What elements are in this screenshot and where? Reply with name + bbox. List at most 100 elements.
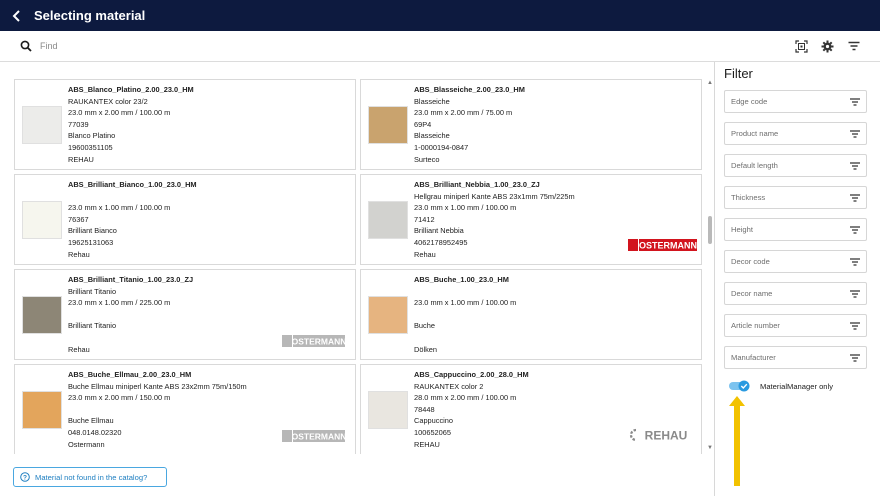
material-name: ABS_Blasseiche_2.00_23.0_HM bbox=[414, 85, 525, 94]
ostermann-logo: OSTERMANN bbox=[628, 238, 698, 258]
manufacturer: Surteco bbox=[414, 154, 440, 164]
material-name: ABS_Buche_Ellmau_2.00_23.0_HM bbox=[68, 370, 192, 379]
decor-name: Blasseiche bbox=[414, 131, 450, 141]
ostermann-logo: OSTERMANN bbox=[282, 429, 346, 450]
material-name: ABS_Brilliant_Titanio_1.00_23.0_ZJ bbox=[68, 275, 194, 284]
filter-lines-icon bbox=[850, 289, 860, 298]
decor-code: 71412 bbox=[414, 214, 435, 224]
material-card[interactable]: ABS_Blanco_Platino_2.00_23.0_HM RAUKANTE… bbox=[14, 79, 356, 170]
material-list: ABS_Blanco_Platino_2.00_23.0_HM RAUKANTE… bbox=[14, 79, 706, 454]
decor-code bbox=[414, 309, 516, 321]
decor-code: 78448 bbox=[414, 404, 435, 414]
list-scrollbar[interactable] bbox=[706, 79, 714, 455]
search-bar bbox=[0, 31, 880, 62]
material-dimensions: 23.0 mm x 2.00 mm / 75.00 m bbox=[414, 108, 513, 118]
article-number: 1-0000194-0847 bbox=[414, 142, 469, 152]
page-title: Selecting material bbox=[34, 8, 146, 23]
material-description: Hellgrau miniperl Kante ABS 23x1mm 75m/2… bbox=[414, 191, 575, 201]
material-name: ABS_Brilliant_Nebbia_1.00_23.0_ZJ bbox=[414, 180, 540, 189]
material-card[interactable]: ABS_Brilliant_Nebbia_1.00_23.0_ZJ Hellgr… bbox=[360, 174, 702, 265]
filter-lines-icon bbox=[850, 97, 860, 106]
color-swatch bbox=[368, 296, 408, 334]
help-circle-icon: ? bbox=[20, 472, 30, 482]
material-dimensions: 23.0 mm x 1.00 mm / 100.00 m bbox=[414, 203, 517, 213]
decor-code: 69P4 bbox=[414, 119, 432, 129]
gear-icon[interactable] bbox=[820, 39, 834, 53]
search-input[interactable] bbox=[40, 41, 640, 51]
material-name: ABS_Cappuccino_2.00_28.0_HM bbox=[414, 370, 529, 379]
filter-title: Filter bbox=[724, 66, 753, 81]
filter-manufacturer[interactable]: Manufacturer bbox=[724, 346, 867, 369]
filter-lines-icon bbox=[850, 225, 860, 234]
highlight-arrow bbox=[729, 396, 745, 486]
decor-name: Buche bbox=[414, 321, 435, 331]
article-number: 19600351105 bbox=[68, 142, 113, 152]
title-bar: Selecting material bbox=[0, 0, 880, 31]
decor-code bbox=[68, 404, 247, 416]
filter-lines-icon bbox=[850, 321, 860, 330]
search-icon[interactable] bbox=[20, 40, 32, 52]
filter-product-name[interactable]: Product name bbox=[724, 122, 867, 145]
filter-decor-name[interactable]: Decor name bbox=[724, 282, 867, 305]
color-swatch bbox=[368, 391, 408, 429]
article-number bbox=[414, 332, 516, 344]
article-number: 19625131063 bbox=[68, 237, 114, 247]
scroll-down-icon[interactable]: ▼ bbox=[707, 445, 713, 451]
material-card[interactable]: ABS_Blasseiche_2.00_23.0_HM Blasseiche 2… bbox=[360, 79, 702, 170]
decor-code: 77039 bbox=[68, 119, 89, 129]
manufacturer: REHAU bbox=[68, 154, 94, 164]
material-dimensions: 23.0 mm x 1.00 mm / 225.00 m bbox=[68, 298, 171, 308]
manufacturer: Rehau bbox=[68, 344, 90, 354]
back-arrow-icon[interactable] bbox=[10, 9, 24, 23]
color-swatch bbox=[22, 296, 62, 334]
material-card[interactable]: ABS_Brilliant_Titanio_1.00_23.0_ZJ Brill… bbox=[14, 269, 356, 360]
ostermann-logo: OSTERMANN bbox=[282, 334, 346, 355]
filter-article-number[interactable]: Article number bbox=[724, 314, 867, 337]
filter-default-length[interactable]: Default length bbox=[724, 154, 867, 177]
color-swatch bbox=[368, 106, 408, 144]
panel-divider bbox=[714, 62, 715, 496]
article-number bbox=[68, 332, 193, 344]
material-card[interactable]: ABS_Cappuccino_2.00_28.0_HM RAUKANTEX co… bbox=[360, 364, 702, 454]
manufacturer: Ostermann bbox=[68, 439, 105, 449]
material-not-found-button[interactable]: ? Material not found in the catalog? bbox=[13, 467, 167, 487]
material-description bbox=[414, 286, 516, 298]
decor-name: Blanco Platino bbox=[68, 131, 116, 141]
svg-text:OSTERMANN: OSTERMANN bbox=[292, 337, 346, 347]
filter-thickness[interactable]: Thickness bbox=[724, 186, 867, 209]
color-swatch bbox=[368, 201, 408, 239]
svg-text:OSTERMANN: OSTERMANN bbox=[292, 432, 346, 442]
materialmanager-toggle[interactable] bbox=[729, 380, 751, 392]
filter-lines-icon bbox=[850, 353, 860, 362]
material-card[interactable]: ABS_Buche_1.00_23.0_HM 23.0 mm x 1.00 mm… bbox=[360, 269, 702, 360]
material-name: ABS_Brilliant_Bianco_1.00_23.0_HM bbox=[68, 180, 197, 189]
material-dimensions: 23.0 mm x 1.00 mm / 100.00 m bbox=[68, 203, 171, 213]
scrollbar-thumb[interactable] bbox=[708, 216, 712, 244]
decor-code bbox=[68, 309, 193, 321]
filter-decor-code[interactable]: Decor code bbox=[724, 250, 867, 273]
material-dimensions: 23.0 mm x 1.00 mm / 100.00 m bbox=[414, 298, 517, 308]
scroll-up-icon[interactable]: ▲ bbox=[707, 80, 713, 86]
material-description: Blasseiche bbox=[414, 96, 450, 106]
filter-lines-icon bbox=[850, 161, 860, 170]
material-card[interactable]: ABS_Brilliant_Bianco_1.00_23.0_HM 23.0 m… bbox=[14, 174, 356, 265]
article-number: 100652065 bbox=[414, 427, 451, 437]
barcode-scan-icon[interactable] bbox=[794, 39, 808, 53]
filter-height[interactable]: Height bbox=[724, 218, 867, 241]
filter-lines-icon[interactable] bbox=[847, 39, 861, 53]
material-name: ABS_Blanco_Platino_2.00_23.0_HM bbox=[68, 85, 194, 94]
manufacturer: REHAU bbox=[414, 439, 440, 449]
material-name: ABS_Buche_1.00_23.0_HM bbox=[414, 275, 509, 284]
article-number: 048.0148.02320 bbox=[68, 427, 122, 437]
filter-lines-icon bbox=[850, 193, 860, 202]
color-swatch bbox=[22, 106, 62, 144]
filter-edge-code[interactable]: Edge code bbox=[724, 90, 867, 113]
manufacturer: Rehau bbox=[414, 249, 436, 259]
toggle-label: MaterialManager only bbox=[760, 382, 834, 391]
material-description: RAUKANTEX color 23/2 bbox=[68, 96, 148, 106]
decor-name: Brilliant Nebbia bbox=[414, 226, 464, 236]
rehau-logo: REHAU bbox=[629, 427, 693, 448]
material-card[interactable]: ABS_Buche_Ellmau_2.00_23.0_HM Buche Ellm… bbox=[14, 364, 356, 454]
material-description: Brilliant Titanio bbox=[68, 286, 117, 296]
article-number: 4062178952495 bbox=[414, 237, 468, 247]
